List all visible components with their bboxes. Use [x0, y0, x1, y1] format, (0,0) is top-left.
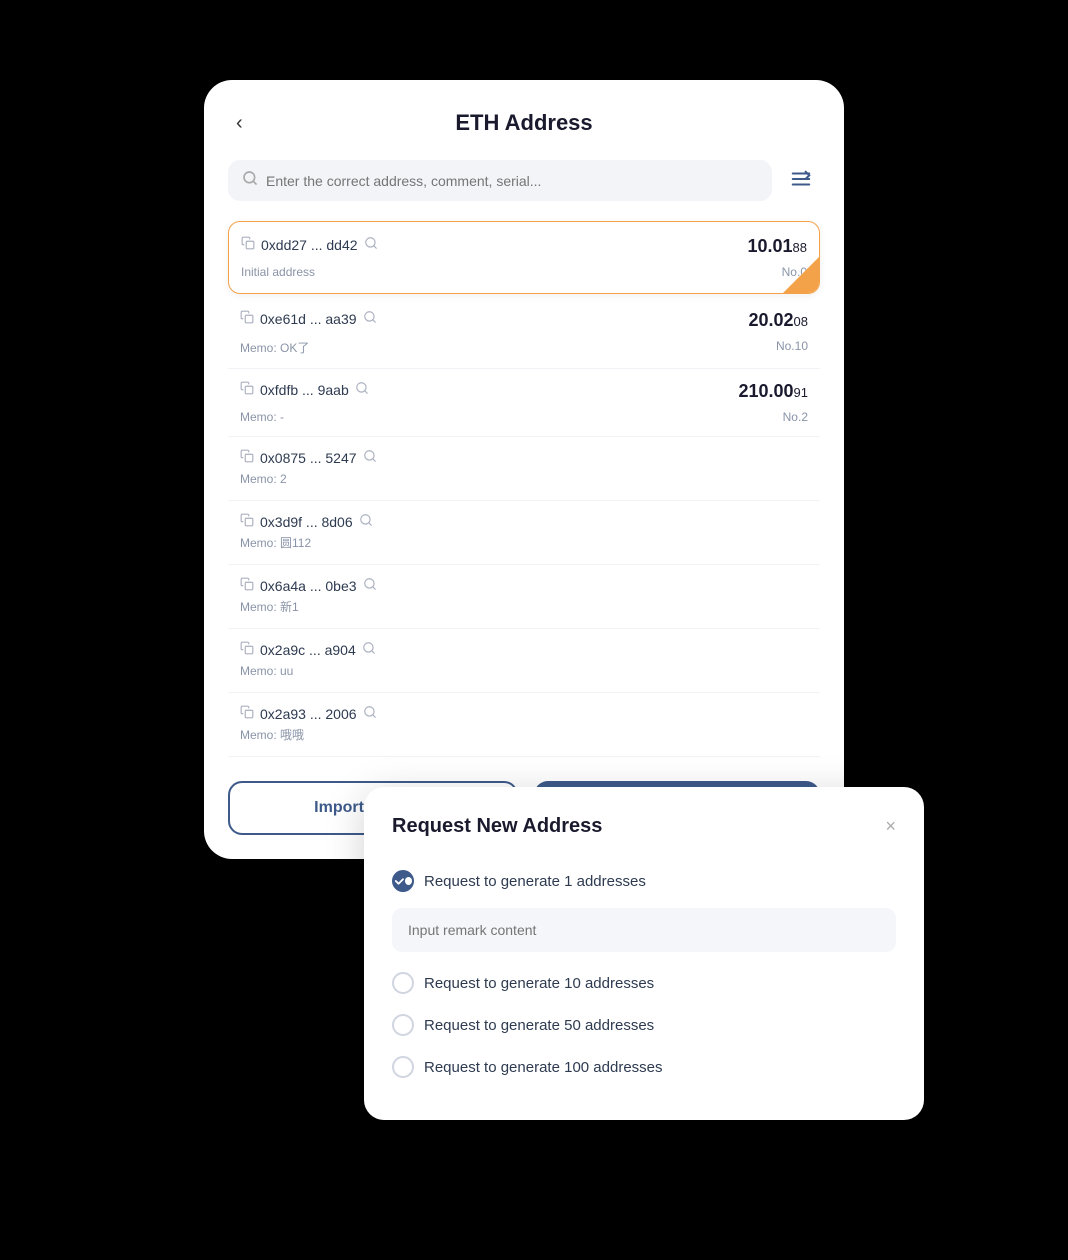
address-number: No.2 — [783, 410, 808, 424]
address-item[interactable]: 0x6a4a ... 0be3 Memo: 新1 — [228, 565, 820, 629]
modal-overlay: Request New Address × Request to generat… — [364, 787, 924, 1120]
address-text: 0x2a93 ... 2006 — [260, 706, 357, 722]
address-text: 0x2a9c ... a904 — [260, 642, 356, 658]
search-input[interactable] — [266, 173, 758, 189]
modal-title: Request New Address — [392, 815, 602, 838]
copy-icon[interactable] — [240, 449, 254, 466]
scan-icon[interactable] — [359, 513, 373, 530]
address-memo: Memo: 圆112 — [240, 536, 311, 550]
amount-main: 210.0091 — [738, 381, 808, 401]
radio-circle-3 — [392, 1014, 414, 1036]
address-text: 0x6a4a ... 0be3 — [260, 578, 357, 594]
address-item[interactable]: 0x2a93 ... 2006 Memo: 哦哦 — [228, 693, 820, 757]
amount-main: 10.0188 — [747, 236, 807, 256]
address-memo: Memo: 2 — [240, 472, 287, 486]
copy-icon[interactable] — [240, 310, 254, 327]
radio-circle-4 — [392, 1056, 414, 1078]
radio-option-1[interactable]: Request to generate 1 addresses — [392, 860, 896, 902]
scan-icon[interactable] — [363, 449, 377, 466]
header: ‹ ETH Address — [228, 110, 820, 136]
radio-option-2[interactable]: Request to generate 10 addresses — [392, 962, 896, 1004]
radio-option-3[interactable]: Request to generate 50 addresses — [392, 1004, 896, 1046]
address-item[interactable]: 0xdd27 ... dd42 10.0188 Initial address … — [228, 221, 820, 294]
radio-label-1: Request to generate 1 addresses — [424, 873, 646, 890]
search-icon — [242, 170, 258, 191]
address-text: 0x0875 ... 5247 — [260, 450, 357, 466]
back-button[interactable]: ‹ — [228, 108, 251, 139]
copy-icon[interactable] — [240, 641, 254, 658]
active-indicator — [783, 257, 819, 293]
address-list: 0xdd27 ... dd42 10.0188 Initial address … — [228, 221, 820, 757]
address-item[interactable]: 0x2a9c ... a904 Memo: uu — [228, 629, 820, 693]
address-item[interactable]: 0x0875 ... 5247 Memo: 2 — [228, 437, 820, 501]
radio-circle-1 — [392, 870, 414, 892]
scan-icon[interactable] — [364, 236, 378, 253]
address-memo: Memo: 哦哦 — [240, 728, 304, 742]
copy-icon[interactable] — [240, 577, 254, 594]
search-wrapper — [228, 160, 772, 201]
radio-label-2: Request to generate 10 addresses — [424, 975, 654, 992]
address-item[interactable]: 0xfdfb ... 9aab 210.0091 Memo: - No.2 — [228, 369, 820, 437]
address-item[interactable]: 0x3d9f ... 8d06 Memo: 圆112 — [228, 501, 820, 565]
scan-icon[interactable] — [355, 381, 369, 398]
address-item[interactable]: 0xe61d ... aa39 20.0208 Memo: OK了 No.10 — [228, 298, 820, 369]
address-text: 0xdd27 ... dd42 — [261, 237, 358, 253]
address-memo: Memo: - — [240, 410, 284, 424]
address-memo: Initial address — [241, 265, 315, 279]
radio-circle-2 — [392, 972, 414, 994]
copy-icon[interactable] — [240, 705, 254, 722]
modal-header: Request New Address × — [392, 815, 896, 838]
page-title: ETH Address — [455, 110, 592, 136]
address-memo: Memo: uu — [240, 664, 293, 678]
address-text: 0xfdfb ... 9aab — [260, 382, 349, 398]
address-text: 0x3d9f ... 8d06 — [260, 514, 353, 530]
copy-icon[interactable] — [241, 236, 255, 253]
address-text: 0xe61d ... aa39 — [260, 311, 357, 327]
amount-decimal: 91 — [794, 385, 808, 400]
remark-input[interactable] — [392, 908, 896, 952]
amount-main: 20.0208 — [748, 310, 808, 330]
copy-icon[interactable] — [240, 381, 254, 398]
scan-icon[interactable] — [362, 641, 376, 658]
amount-decimal: 08 — [794, 314, 808, 329]
radio-label-3: Request to generate 50 addresses — [424, 1017, 654, 1034]
address-memo: Memo: 新1 — [240, 600, 299, 614]
scan-icon[interactable] — [363, 310, 377, 327]
amount-decimal: 88 — [793, 240, 807, 255]
main-card: ‹ ETH Address — [204, 80, 844, 859]
search-bar — [228, 160, 820, 201]
filter-button[interactable] — [782, 160, 820, 201]
request-new-address-modal: Request New Address × Request to generat… — [364, 787, 924, 1120]
radio-option-4[interactable]: Request to generate 100 addresses — [392, 1046, 896, 1088]
copy-icon[interactable] — [240, 513, 254, 530]
scan-icon[interactable] — [363, 705, 377, 722]
radio-label-4: Request to generate 100 addresses — [424, 1059, 663, 1076]
address-memo: Memo: OK了 — [240, 339, 309, 356]
scan-icon[interactable] — [363, 577, 377, 594]
address-number: No.10 — [776, 339, 808, 356]
modal-close-button[interactable]: × — [885, 816, 896, 837]
